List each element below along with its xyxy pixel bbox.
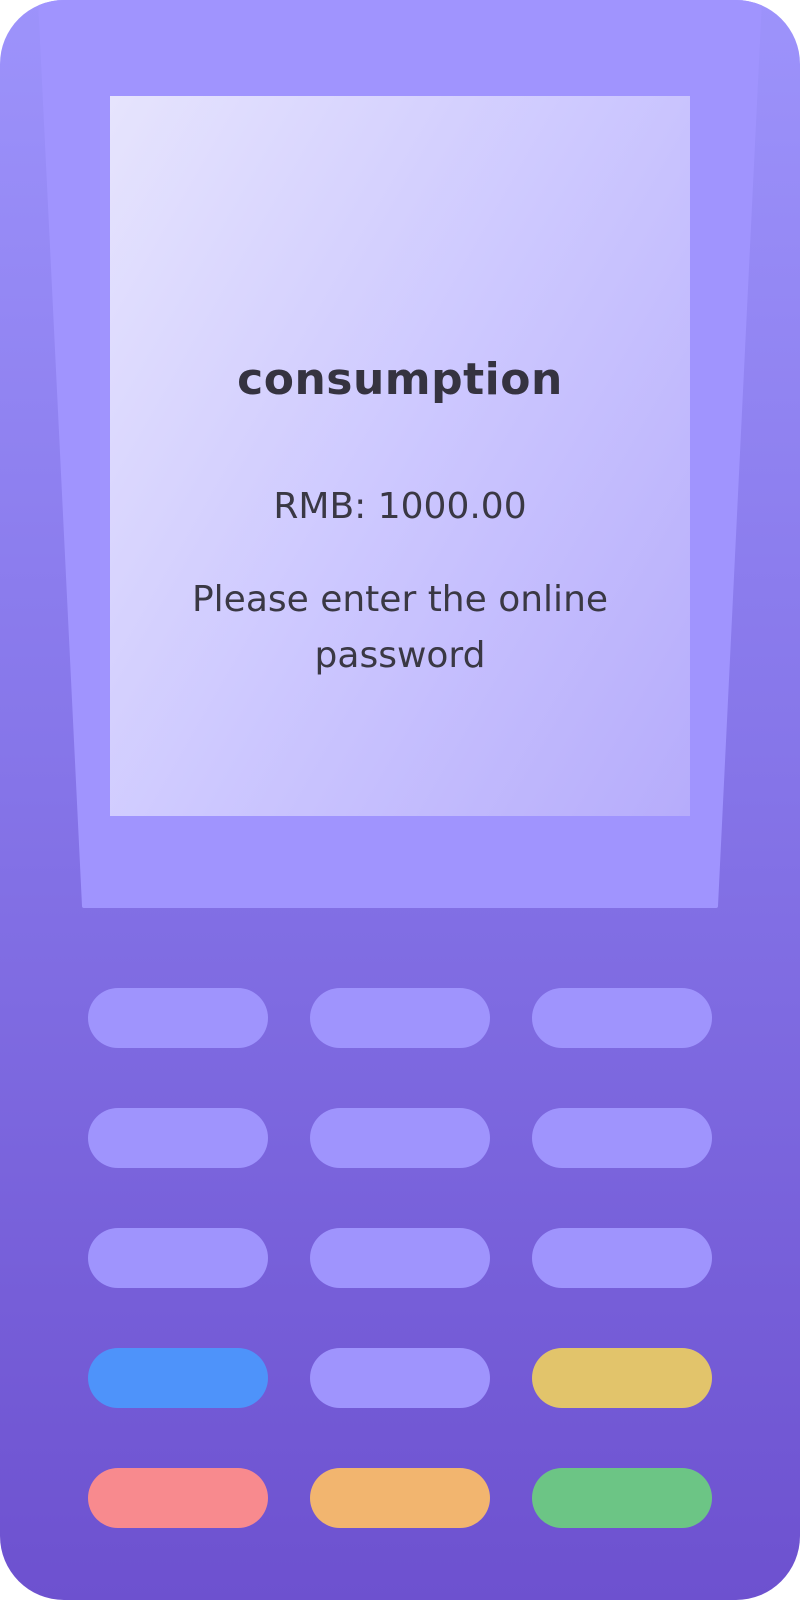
keypad-key-yellow[interactable] [532, 1348, 712, 1408]
keypad-key-r2-c2[interactable] [310, 1108, 490, 1168]
pos-terminal: consumption RMB: 1000.00 Please enter th… [0, 0, 800, 1600]
keypad-key-blue[interactable] [88, 1348, 268, 1408]
keypad-key-r1-c1[interactable] [88, 988, 268, 1048]
keypad-key-r4-c2[interactable] [310, 1348, 490, 1408]
amount-display: RMB: 1000.00 [273, 486, 527, 527]
password-prompt: Please enter the online password [191, 579, 609, 676]
confirm-key-green[interactable] [532, 1468, 712, 1528]
keypad-key-r1-c3[interactable] [532, 988, 712, 1048]
keypad-key-r3-c1[interactable] [88, 1228, 268, 1288]
transaction-title: consumption [237, 354, 563, 405]
keypad-key-r2-c3[interactable] [532, 1108, 712, 1168]
keypad-key-r2-c1[interactable] [88, 1108, 268, 1168]
keypad-key-r3-c3[interactable] [532, 1228, 712, 1288]
keypad-key-r1-c2[interactable] [310, 988, 490, 1048]
keypad-key-r3-c2[interactable] [310, 1228, 490, 1288]
display-screen: consumption RMB: 1000.00 Please enter th… [110, 96, 690, 816]
cancel-key-red[interactable] [88, 1468, 268, 1528]
clear-key-orange[interactable] [310, 1468, 490, 1528]
